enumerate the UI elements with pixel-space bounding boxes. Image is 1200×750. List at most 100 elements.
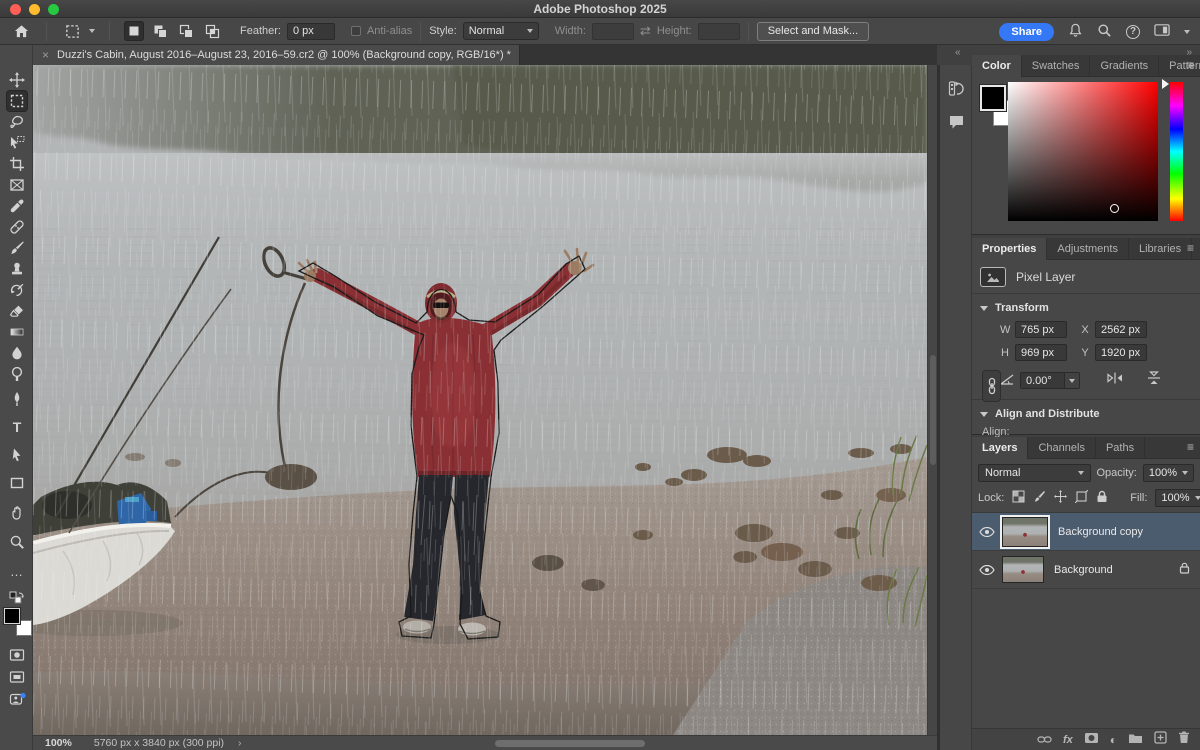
tool-frame[interactable] [7, 175, 27, 195]
tab-properties[interactable]: Properties [972, 238, 1047, 260]
tab-libraries[interactable]: Libraries [1129, 238, 1192, 260]
link-layers-icon[interactable] [1037, 731, 1052, 749]
add-layer-mask-icon[interactable] [1084, 731, 1099, 749]
lock-artboard-icon[interactable] [1075, 490, 1088, 506]
lock-transparency-icon[interactable] [1012, 490, 1025, 506]
share-button[interactable]: Share [999, 23, 1054, 41]
tool-history-brush[interactable] [7, 280, 27, 300]
tool-lasso[interactable] [7, 112, 27, 132]
tool-move[interactable] [7, 70, 27, 90]
layer-visibility-eye-icon[interactable] [972, 527, 1002, 537]
layer-row-background[interactable]: Background [972, 551, 1200, 589]
tool-gradient[interactable] [7, 322, 27, 342]
swap-dimensions-icon[interactable]: ⇄ [640, 23, 651, 39]
home-icon[interactable] [10, 21, 32, 41]
tab-layers[interactable]: Layers [972, 437, 1028, 459]
transform-section-header[interactable]: Transform [972, 294, 1200, 318]
link-dimensions-icon[interactable] [982, 370, 1001, 402]
minimize-window-button[interactable] [29, 4, 40, 15]
document-tab[interactable]: × Duzzi's Cabin, August 2016–August 23, … [33, 45, 520, 65]
style-dropdown[interactable]: Normal [463, 22, 539, 40]
hue-slider-marker[interactable] [1162, 79, 1169, 89]
rotation-angle-dropdown[interactable]: 0.00° [1020, 372, 1080, 389]
tool-object-selection[interactable] [7, 133, 27, 153]
layer-visibility-eye-icon[interactable] [972, 565, 1002, 575]
panel-menu-icon[interactable]: ≡ [1187, 241, 1194, 255]
collapse-panels-icon[interactable]: « [955, 47, 961, 58]
tool-dodge[interactable] [7, 364, 27, 384]
notifications-bell-icon[interactable] [1068, 23, 1083, 41]
layer-effects-icon[interactable]: fx [1063, 734, 1073, 746]
subtract-from-selection-mode-icon[interactable] [176, 21, 196, 41]
x-value-input[interactable]: 2562 px [1095, 321, 1147, 338]
align-section-header[interactable]: Align and Distribute [972, 400, 1200, 424]
history-panel-icon[interactable] [947, 79, 965, 97]
panel-menu-icon[interactable]: ≡ [1187, 440, 1194, 454]
delete-layer-icon[interactable] [1178, 731, 1190, 749]
color-field[interactable] [1008, 82, 1158, 221]
tool-eyedropper[interactable] [7, 196, 27, 216]
tab-adjustments[interactable]: Adjustments [1047, 238, 1129, 260]
width-input[interactable] [592, 23, 634, 40]
layer-row-background-copy[interactable]: Background copy [972, 513, 1200, 551]
vertical-scrollbar[interactable] [927, 65, 937, 735]
fill-dropdown[interactable]: 100% [1155, 489, 1200, 507]
tab-paths[interactable]: Paths [1096, 437, 1145, 459]
tool-hand[interactable] [7, 503, 27, 523]
tool-rectangle[interactable] [7, 473, 27, 493]
tool-type[interactable]: T [7, 417, 27, 437]
foreground-color-swatch[interactable] [980, 85, 1006, 111]
screen-mode-icon[interactable] [7, 667, 27, 687]
lock-position-icon[interactable] [1054, 490, 1067, 506]
tool-pen[interactable] [7, 389, 27, 409]
zoom-level-field[interactable]: 100% [45, 737, 72, 749]
quick-mask-mode-icon[interactable] [7, 645, 27, 665]
opacity-dropdown[interactable]: 100% [1143, 464, 1194, 482]
hue-slider[interactable] [1170, 82, 1183, 221]
search-icon[interactable] [1097, 23, 1112, 41]
tool-blur[interactable] [7, 343, 27, 363]
anti-alias-checkbox[interactable] [351, 26, 361, 36]
width-value-input[interactable]: 765 px [1015, 321, 1067, 338]
panel-menu-icon[interactable]: ≡ [1187, 58, 1194, 72]
add-to-selection-mode-icon[interactable] [150, 21, 170, 41]
intersect-selection-mode-icon[interactable] [202, 21, 222, 41]
tool-zoom[interactable] [7, 532, 27, 552]
adjustment-layer-icon[interactable]: ◐ [1110, 733, 1117, 747]
new-group-icon[interactable] [1128, 731, 1143, 749]
close-tab-icon[interactable]: × [42, 48, 49, 62]
foreground-color-swatch[interactable] [4, 608, 20, 624]
layer-thumbnail[interactable] [1002, 517, 1048, 547]
tab-gradients[interactable]: Gradients [1090, 55, 1159, 77]
tool-rectangular-marquee[interactable] [7, 91, 27, 111]
new-selection-mode-icon[interactable] [124, 21, 144, 41]
height-input[interactable] [698, 23, 740, 40]
tool-clone-stamp[interactable] [7, 259, 27, 279]
layer-name[interactable]: Background copy [1058, 526, 1143, 538]
marquee-tool-preset-icon[interactable] [61, 21, 83, 41]
flip-horizontal-icon[interactable] [1106, 371, 1124, 390]
blend-mode-dropdown[interactable]: Normal [978, 464, 1091, 482]
comments-panel-icon[interactable] [947, 113, 965, 131]
tool-eraser[interactable] [7, 301, 27, 321]
tool-spot-healing-brush[interactable] [7, 217, 27, 237]
horizontal-scrollbar-thumb[interactable] [495, 740, 645, 747]
zoom-window-button[interactable] [48, 4, 59, 15]
tool-crop[interactable] [7, 154, 27, 174]
tool-brush[interactable] [7, 238, 27, 258]
layer-name[interactable]: Background [1054, 564, 1113, 576]
lock-all-icon[interactable] [1096, 490, 1108, 506]
share-for-review-icon[interactable] [7, 689, 27, 709]
tool-path-selection[interactable] [7, 445, 27, 465]
status-chevron-icon[interactable]: › [238, 737, 242, 749]
color-field-marker[interactable] [1110, 204, 1119, 213]
tab-swatches[interactable]: Swatches [1022, 55, 1091, 77]
y-value-input[interactable]: 1920 px [1095, 344, 1147, 361]
tab-color[interactable]: Color [972, 55, 1022, 77]
feather-input[interactable]: 0 px [287, 23, 335, 40]
swap-colors-icon[interactable] [7, 590, 27, 606]
help-icon[interactable]: ? [1126, 25, 1140, 39]
chevron-down-icon[interactable] [89, 29, 95, 33]
new-layer-icon[interactable] [1154, 731, 1167, 749]
vertical-scrollbar-thumb[interactable] [930, 355, 936, 465]
